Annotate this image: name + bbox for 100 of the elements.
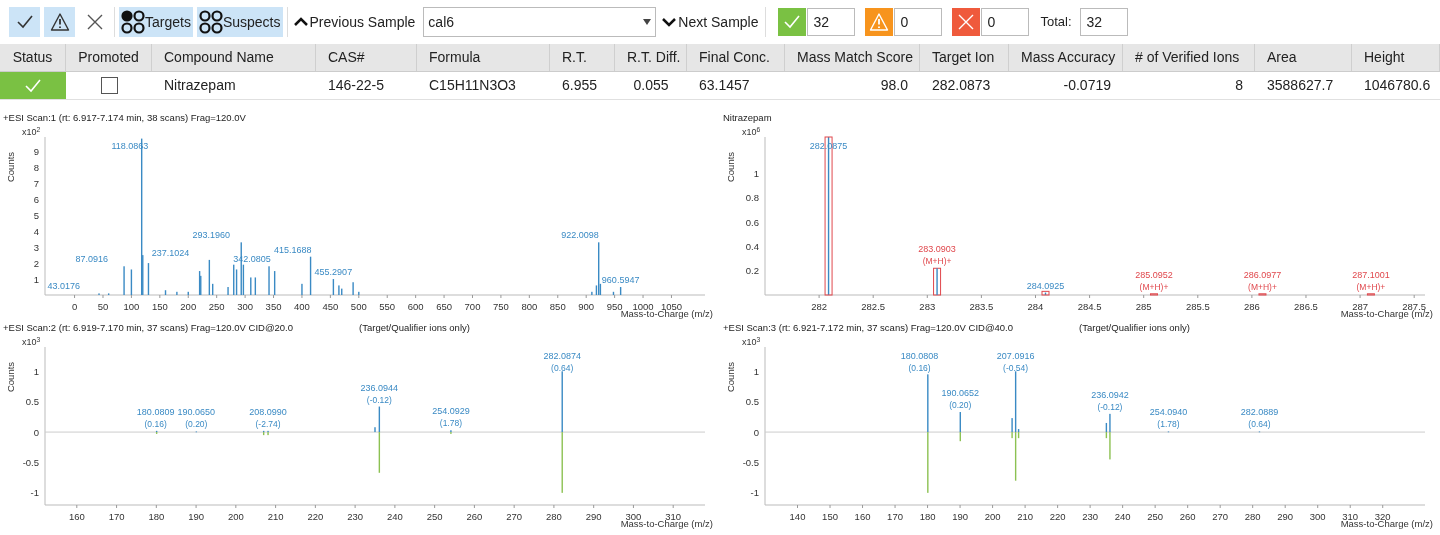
total-field[interactable]: 32 [1079, 8, 1128, 36]
x-tick-label: 200 [984, 511, 1001, 522]
peak-label: 236.0942 (-0.12) [1091, 389, 1129, 412]
x-tick-label: 170 [108, 511, 125, 522]
y-tick-label: 0.5 [25, 396, 39, 408]
peak-label: 282.0889 (0.64) [1240, 407, 1279, 430]
x-tick-label: 280 [546, 511, 562, 522]
x-tick-label: 750 [493, 301, 509, 312]
column-header[interactable]: Status [0, 44, 66, 71]
x-tick-label: 286.5 [1294, 301, 1318, 312]
predicted-peak [1366, 293, 1375, 296]
list-toggle-button[interactable]: Targets [119, 7, 193, 37]
chart-title: +ESI Scan:3 (rt: 6.921-7.172 min, 37 scans) Frag=120.0V CID@40.0 [723, 320, 1014, 335]
x-tick-label: 800 [521, 301, 538, 312]
y-tick-label: -1 [30, 487, 39, 499]
x-tick-label: 350 [265, 301, 282, 312]
peak-label: 287.1001 (M+H)+ [1352, 269, 1390, 292]
x-tick-label: 100 [123, 301, 140, 312]
table-cell-text: 282.0873 [931, 76, 992, 95]
filter-button[interactable] [9, 7, 40, 37]
previous-sample-button[interactable]: Previous Sample [291, 7, 418, 37]
y-scale-label: x10$^{3}$ [742, 338, 761, 347]
peak-label: 236.0944 (-0.12) [360, 382, 399, 405]
count-field[interactable]: 32 [806, 8, 855, 36]
column-header[interactable]: Area [1255, 44, 1352, 71]
peak-label: 283.0903 (M+H)+ [918, 244, 956, 267]
y-tick-label: 8 [33, 161, 39, 173]
x-tick-label: 1000 [632, 301, 654, 312]
x-tick-label: 250 [208, 301, 225, 312]
column-header[interactable]: Height [1352, 44, 1440, 71]
column-header[interactable]: Mass Match Score [785, 44, 920, 71]
x-tick-label: 270 [1212, 511, 1229, 522]
circles-icon [198, 10, 223, 34]
peak-label: 282.0874 (0.64) [543, 351, 581, 373]
x-tick-label: 280 [1244, 511, 1261, 522]
y-tick-label: -1 [750, 487, 759, 499]
x-tick-label: 240 [1114, 511, 1131, 522]
total-label: Total: [1040, 13, 1072, 32]
peak [147, 263, 150, 295]
sample-dropdown[interactable]: cal6 [423, 7, 657, 37]
chart-note: (Target/Qualifier ions only) [359, 320, 470, 335]
x-tick-label: 300 [237, 301, 254, 312]
x-tick-label: 650 [436, 301, 452, 312]
chart-title: +ESI Scan:1 (rt: 6.917-7.174 min, 38 scans) Frag=120.0V [3, 110, 246, 125]
chart-title: +ESI Scan:2 (rt: 6.919-7.170 min, 37 scans) Frag=120.0V CID@20.0 [3, 320, 294, 335]
list-toggle-button[interactable]: Suspects [196, 7, 283, 37]
x-tick-label: 200 [227, 511, 244, 522]
peak-label: 180.0808 (0.16) [900, 351, 939, 373]
column-header[interactable]: Target Ion [920, 44, 1009, 71]
y-tick-label: -0.5 [22, 456, 39, 468]
column-header[interactable]: Compound Name [152, 44, 316, 71]
promoted-checkbox[interactable] [100, 77, 118, 94]
table-cell-text: 3588627.7 [1266, 76, 1335, 95]
y-tick-label: -0.5 [742, 456, 759, 468]
x-tick-label: 200 [180, 301, 197, 312]
x-tick-label: 180 [919, 511, 936, 522]
y-tick-label: 6 [33, 193, 39, 205]
y-scale-label: x10$^{3}$ [22, 338, 41, 347]
y-tick-label: 0.4 [745, 240, 759, 252]
y-tick-label: 0.6 [745, 216, 759, 228]
x-tick-label: 287 [1352, 301, 1368, 312]
peak-label: 180.0809 (0.16) [136, 406, 175, 429]
y-tick-label: 0.8 [745, 192, 759, 204]
y-tick-label: 1 [753, 365, 759, 377]
column-header[interactable]: Promoted [66, 44, 152, 71]
predicted-peak [1041, 290, 1050, 296]
count-field[interactable]: 0 [893, 8, 942, 36]
x-tick-label: 210 [267, 511, 284, 522]
peak-label: 286.0977 (M+H)+ [1243, 269, 1282, 292]
peak-label: 284.0925 [1026, 280, 1065, 291]
column-header[interactable]: CAS# [316, 44, 417, 71]
peak [254, 277, 257, 295]
column-header[interactable]: R.T. [550, 44, 615, 71]
x-tick-label: 282.5 [861, 301, 886, 312]
x-tick-label: 284.5 [1077, 301, 1102, 312]
column-header[interactable]: Final Conc. [687, 44, 785, 71]
column-header[interactable]: R.T. Diff. [615, 44, 687, 71]
peak-label: 208.0990 (-2.74) [249, 406, 287, 429]
table-cell-text: C15H11N3O3 [428, 76, 517, 95]
x-tick-label: 160 [854, 511, 871, 522]
filter-button[interactable] [44, 7, 75, 37]
peak-label: 455.2907 [314, 267, 353, 278]
count-field[interactable]: 0 [980, 8, 1029, 36]
table-cell-text: 6.955 [561, 76, 599, 95]
x-tick-label: 900 [578, 301, 595, 312]
column-header[interactable]: Mass Accuracy [1009, 44, 1123, 71]
peak-label: 237.1024 [151, 247, 190, 258]
x-tick-label: 160 [68, 511, 85, 522]
x-tick-label: 284 [1027, 301, 1044, 312]
next-sample-button[interactable]: Next Sample [660, 7, 761, 37]
x-tick-label: 140 [789, 511, 806, 522]
peak [309, 256, 312, 295]
column-header[interactable]: Formula [417, 44, 550, 71]
dropdown-arrow-icon [643, 19, 652, 25]
column-header[interactable]: # of Verified Ions [1123, 44, 1255, 71]
table-cell-text: Nitrazepam [163, 76, 237, 95]
x-tick-label: 270 [506, 511, 523, 522]
x-tick-label: 400 [294, 301, 310, 312]
axis-title: Counts [725, 151, 736, 183]
predicted-peak [1150, 293, 1158, 296]
